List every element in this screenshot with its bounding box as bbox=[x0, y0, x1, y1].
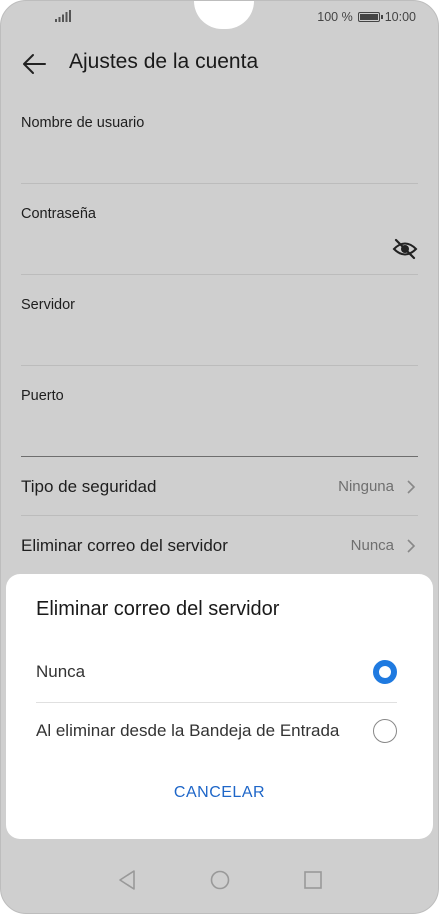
radio-unselected[interactable] bbox=[373, 719, 397, 743]
status-bar: 100 % 10:00 bbox=[1, 1, 438, 35]
arrow-left-icon[interactable] bbox=[19, 49, 49, 79]
delete-from-server-label: Eliminar correo del servidor bbox=[21, 536, 228, 555]
delete-from-server-row[interactable]: Eliminar correo del servidor Nunca bbox=[21, 516, 418, 575]
dialog-title: Eliminar correo del servidor bbox=[36, 598, 280, 620]
signal-icon bbox=[55, 10, 71, 22]
server-field[interactable]: Servidor bbox=[21, 275, 418, 366]
page-title: Ajustes de la cuenta bbox=[69, 50, 259, 73]
app-bar: Ajustes de la cuenta bbox=[1, 35, 438, 93]
security-type-label: Tipo de seguridad bbox=[21, 477, 157, 496]
username-label: Nombre de usuario bbox=[21, 115, 145, 131]
security-type-row[interactable]: Tipo de seguridad Ninguna bbox=[21, 457, 418, 516]
phone-screen: 100 % 10:00 Ajustes de la cuenta Nombre … bbox=[0, 0, 439, 914]
delete-from-server-value: Nunca bbox=[350, 537, 394, 554]
clock: 10:00 bbox=[384, 10, 416, 24]
password-field[interactable]: Contraseña bbox=[21, 184, 418, 275]
chevron-right-icon bbox=[407, 539, 416, 553]
nav-back-icon[interactable] bbox=[117, 869, 137, 891]
camera-notch bbox=[194, 1, 254, 29]
settings-list: Nombre de usuario Contraseña Servidor Pu… bbox=[1, 93, 438, 575]
cancel-button[interactable]: CANCELAR bbox=[6, 784, 433, 802]
username-field[interactable]: Nombre de usuario bbox=[21, 93, 418, 184]
option-never-label: Nunca bbox=[36, 662, 86, 681]
radio-selected[interactable] bbox=[373, 660, 397, 684]
battery-percent: 100 % bbox=[317, 10, 353, 24]
port-label: Puerto bbox=[21, 388, 64, 404]
nav-recent-apps-icon[interactable] bbox=[304, 871, 322, 889]
battery-icon bbox=[357, 12, 383, 22]
server-label: Servidor bbox=[21, 297, 75, 313]
status-right: 100 % 10:00 bbox=[317, 10, 416, 24]
option-on-delete-inbox[interactable]: Al eliminar desde la Bandeja de Entrada bbox=[36, 703, 397, 761]
option-never[interactable]: Nunca bbox=[36, 644, 397, 702]
chevron-right-icon bbox=[407, 480, 416, 494]
eye-off-icon[interactable] bbox=[392, 238, 418, 260]
security-type-value: Ninguna bbox=[338, 478, 394, 495]
navigation-bar bbox=[1, 857, 438, 913]
delete-mail-dialog: Eliminar correo del servidor Nunca Al el… bbox=[6, 574, 433, 839]
option-on-delete-inbox-label: Al eliminar desde la Bandeja de Entrada bbox=[36, 721, 340, 740]
nav-home-icon[interactable] bbox=[210, 870, 230, 890]
port-field[interactable]: Puerto bbox=[21, 366, 418, 457]
password-label: Contraseña bbox=[21, 206, 96, 222]
